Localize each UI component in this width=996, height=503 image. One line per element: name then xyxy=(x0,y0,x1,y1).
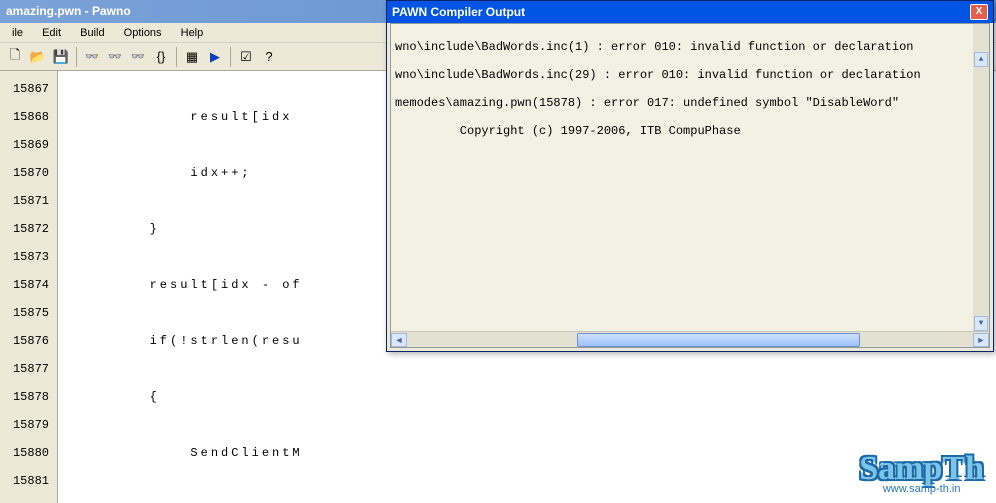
line-number: 15875 xyxy=(0,299,57,327)
scroll-up-icon[interactable]: ▲ xyxy=(974,52,988,67)
line-number: 15867 xyxy=(0,75,57,103)
line-number: 15873 xyxy=(0,243,57,271)
line-number: 15874 xyxy=(0,271,57,299)
line-number: 15870 xyxy=(0,159,57,187)
replace-button[interactable]: 👓 xyxy=(127,46,149,68)
find-button[interactable]: 👓 xyxy=(81,46,103,68)
binoculars-icon: 👓 xyxy=(85,50,99,63)
line-number: 15879 xyxy=(0,411,57,439)
line-gutter: 15867 15868 15869 15870 15871 15872 1587… xyxy=(0,71,58,503)
line-number: 15881 xyxy=(0,467,57,495)
main-title: amazing.pwn - Pawno xyxy=(6,4,131,18)
compiler-output-text[interactable]: wno\include\BadWords.inc(1) : error 010:… xyxy=(391,24,989,331)
compiler-body: wno\include\BadWords.inc(1) : error 010:… xyxy=(390,23,990,348)
output-line: Copyright (c) 1997-2006, ITB CompuPhase xyxy=(395,124,985,138)
output-line: wno\include\BadWords.inc(1) : error 010:… xyxy=(395,40,985,54)
code-line: return 1; xyxy=(68,495,996,503)
scroll-thumb[interactable] xyxy=(577,333,860,347)
line-number: 15868 xyxy=(0,103,57,131)
line-number: 15877 xyxy=(0,355,57,383)
compiler-output-window: PAWN Compiler Output X wno\include\BadWo… xyxy=(386,0,994,352)
replace-icon: 👓 xyxy=(131,50,145,63)
menu-build[interactable]: Build xyxy=(72,25,112,41)
code-line: SendClientM xyxy=(68,439,996,467)
open-button[interactable]: 📂 xyxy=(27,46,49,68)
line-number: 15869 xyxy=(0,131,57,159)
compile-icon: ▦ xyxy=(186,49,198,65)
scroll-right-icon[interactable]: ► xyxy=(973,333,989,347)
run-icon: ▶ xyxy=(210,49,220,65)
compiler-titlebar[interactable]: PAWN Compiler Output X xyxy=(387,1,993,23)
options-button[interactable]: ☑ xyxy=(235,46,257,68)
menu-options[interactable]: Options xyxy=(116,25,170,41)
output-line: memodes\amazing.pwn(15878) : error 017: … xyxy=(395,96,985,110)
line-number: 15878 xyxy=(0,383,57,411)
output-line: wno\include\BadWords.inc(29) : error 010… xyxy=(395,68,985,82)
line-number: 15872 xyxy=(0,215,57,243)
line-number: 15880 xyxy=(0,439,57,467)
vertical-scrollbar[interactable]: ▲ ▼ xyxy=(973,24,989,331)
help-button[interactable]: ? xyxy=(258,46,280,68)
compile-button[interactable]: ▦ xyxy=(181,46,203,68)
menu-help[interactable]: Help xyxy=(173,25,212,41)
goto-icon: {} xyxy=(157,49,166,64)
compiler-title: PAWN Compiler Output xyxy=(392,5,525,19)
findnext-button[interactable]: 👓 xyxy=(104,46,126,68)
horizontal-scrollbar[interactable]: ◄ ► xyxy=(391,331,989,347)
menu-edit[interactable]: Edit xyxy=(34,25,69,41)
scroll-track[interactable] xyxy=(407,333,973,347)
close-icon: X xyxy=(976,6,983,17)
goto-button[interactable]: {} xyxy=(150,46,172,68)
run-button[interactable]: ▶ xyxy=(204,46,226,68)
new-icon: 🗋 xyxy=(10,46,20,68)
open-icon: 📂 xyxy=(30,49,46,65)
toolbar-separator xyxy=(76,47,77,67)
toolbar-separator-2 xyxy=(176,47,177,67)
new-button[interactable]: 🗋 xyxy=(4,46,26,68)
line-number: 15871 xyxy=(0,187,57,215)
options-icon: ☑ xyxy=(240,49,252,65)
toolbar-separator-3 xyxy=(230,47,231,67)
scroll-left-icon[interactable]: ◄ xyxy=(391,333,407,347)
scroll-down-icon[interactable]: ▼ xyxy=(974,316,988,331)
save-button[interactable]: 💾 xyxy=(50,46,72,68)
binoculars-next-icon: 👓 xyxy=(108,50,122,63)
close-button[interactable]: X xyxy=(970,4,988,20)
line-number: 15876 xyxy=(0,327,57,355)
save-icon: 💾 xyxy=(53,49,69,65)
menu-file[interactable]: ile xyxy=(4,25,31,41)
code-line: { xyxy=(68,383,996,411)
help-icon: ? xyxy=(265,49,272,64)
